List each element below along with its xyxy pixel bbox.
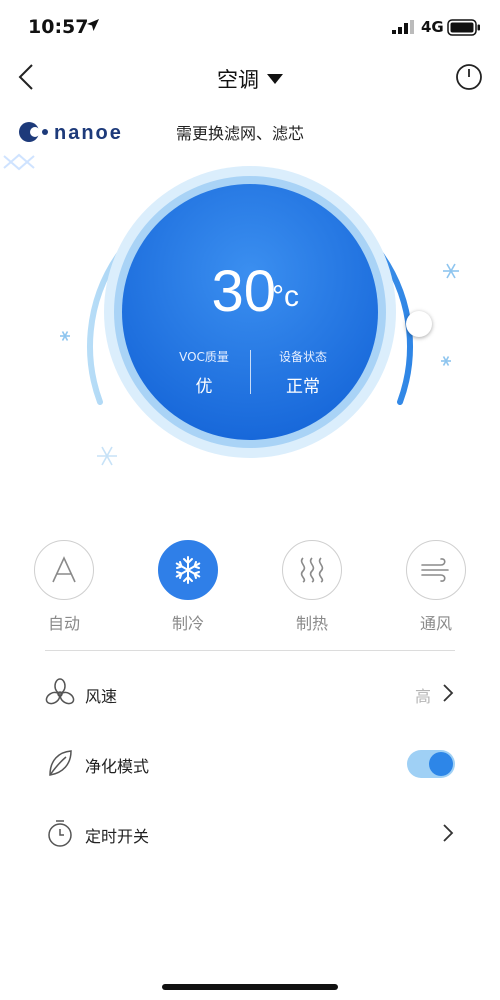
home-indicator[interactable] xyxy=(162,984,338,990)
fan-speed-label: 风速 xyxy=(85,687,118,706)
toggle-knob xyxy=(429,752,453,776)
mode-auto[interactable]: 自动 xyxy=(24,540,104,634)
temperature-value: 30 xyxy=(211,259,276,324)
mode-cool[interactable]: 制冷 xyxy=(148,540,228,634)
battery-icon xyxy=(447,19,480,36)
nav-bar: 空调 xyxy=(0,56,500,102)
timer-row[interactable]: 定时开关 xyxy=(45,814,455,854)
network-type: 4G xyxy=(421,18,444,36)
leaf-icon xyxy=(49,750,72,776)
timer-icon xyxy=(48,820,72,847)
wind-icon xyxy=(421,558,449,582)
caret-down-icon[interactable] xyxy=(267,74,283,84)
purify-mode-toggle[interactable] xyxy=(407,750,455,778)
fan-icon xyxy=(45,678,75,705)
nanoe-brand-text: nanoe xyxy=(54,122,123,144)
mode-cool-circle[interactable] xyxy=(158,540,218,600)
mode-heat-label: 制热 xyxy=(295,614,328,633)
power-button[interactable] xyxy=(454,62,484,92)
status-bar: 10:57 4G xyxy=(0,0,500,56)
voc-label: VOC质量 xyxy=(179,350,229,364)
temperature-down-button[interactable] xyxy=(0,150,38,174)
snowflake-icon xyxy=(175,556,201,584)
heat-waves-icon xyxy=(300,557,324,583)
fan-speed-value: 高 xyxy=(414,687,431,706)
device-status-label: 设备状态 xyxy=(278,350,327,364)
nav-title-group[interactable]: 空调 xyxy=(0,64,500,94)
mode-auto-circle[interactable] xyxy=(34,540,94,600)
mode-heat-circle[interactable] xyxy=(282,540,342,600)
mode-fan-circle[interactable] xyxy=(406,540,466,600)
mode-cool-label: 制冷 xyxy=(171,614,204,633)
section-divider xyxy=(45,650,455,651)
filter-notice: 需更换滤网、滤芯 xyxy=(176,124,305,143)
mode-fan[interactable]: 通风 xyxy=(396,540,476,634)
nanoe-banner: nanoe 需更换滤网、滤芯 xyxy=(18,118,488,146)
letter-a-icon xyxy=(52,556,76,583)
page-title[interactable]: 空调 xyxy=(217,68,259,92)
location-arrow-icon xyxy=(87,19,99,31)
timer-label: 定时开关 xyxy=(85,827,150,846)
cellular-signal-icon xyxy=(392,20,414,34)
mode-fan-label: 通风 xyxy=(419,614,452,633)
voc-value: 优 xyxy=(195,377,213,397)
temperature-dial: 30 °c VOC质量 优 设备状态 正常 xyxy=(0,150,500,480)
status-time: 10:57 xyxy=(28,16,89,38)
chevron-right-icon xyxy=(443,684,454,702)
temperature-slider-handle[interactable] xyxy=(406,311,432,337)
temperature-unit: °c xyxy=(272,280,299,313)
nanoe-logo: nanoe xyxy=(19,122,123,144)
purify-mode-label: 净化模式 xyxy=(85,757,150,776)
device-status-value: 正常 xyxy=(286,377,320,397)
fan-speed-row[interactable]: 风速 高 xyxy=(45,674,455,714)
chevron-right-icon xyxy=(443,824,454,842)
mode-heat[interactable]: 制热 xyxy=(272,540,352,634)
purify-mode-row: 净化模式 xyxy=(45,744,455,784)
mode-auto-label: 自动 xyxy=(47,614,80,633)
mode-selector: 自动 制冷 制热 通风 xyxy=(0,540,500,640)
dial-divider xyxy=(250,350,251,394)
